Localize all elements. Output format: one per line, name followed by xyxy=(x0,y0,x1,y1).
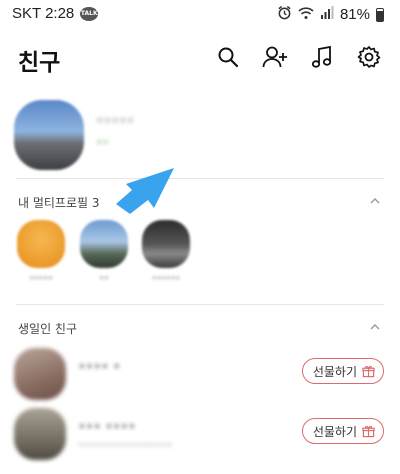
multi-profile-item[interactable]: •• xyxy=(77,220,131,283)
multi-profile-item[interactable]: •••••• xyxy=(139,220,193,283)
multi-profile-section-label: 내 멀티프로필 3 xyxy=(18,196,100,210)
carrier-time: SKT 2:28 xyxy=(12,5,75,22)
wifi-icon xyxy=(298,5,314,24)
birthday-section-label: 생일인 친구 xyxy=(18,322,78,336)
gift-icon xyxy=(362,365,375,377)
my-avatar[interactable] xyxy=(14,100,84,170)
multi-profile-item[interactable]: ••••• xyxy=(14,220,68,283)
birthday-section-header[interactable]: 생일인 친구 xyxy=(0,314,400,342)
birthday-friend-row[interactable]: ••• •••• •••••••••••••••• 선물하기 xyxy=(0,404,400,464)
my-name: ••••• xyxy=(96,114,135,129)
friend-name: ••• •••• xyxy=(78,420,136,435)
divider xyxy=(16,304,384,305)
chevron-up-icon[interactable] xyxy=(368,320,382,334)
page-title: 친구 xyxy=(18,50,61,76)
friend-avatar[interactable] xyxy=(14,408,66,460)
gift-button[interactable]: 선물하기 xyxy=(301,358,384,384)
search-icon[interactable] xyxy=(215,44,241,70)
friend-name: •••• • xyxy=(78,360,121,375)
chevron-up-icon[interactable] xyxy=(368,194,382,208)
status-bar: SKT 2:28 TALK 81% xyxy=(0,0,400,30)
alarm-icon xyxy=(277,5,292,24)
battery-icon xyxy=(376,7,384,22)
multi-profile-label: ••••• xyxy=(29,274,53,283)
multi-profile-avatar[interactable] xyxy=(142,220,190,268)
gift-icon xyxy=(362,425,375,437)
header: 친구 xyxy=(0,36,400,82)
gift-button-label: 선물하기 xyxy=(312,424,357,439)
settings-gear-icon[interactable] xyxy=(356,44,382,70)
multi-profile-avatar[interactable] xyxy=(80,220,128,268)
birthday-friend-row[interactable]: •••• • 선물하기 xyxy=(0,344,400,404)
gift-button-label: 선물하기 xyxy=(312,364,357,379)
battery-percent: 81% xyxy=(339,6,370,23)
arrow-annotation-icon xyxy=(116,168,174,214)
talk-notification-icon: TALK xyxy=(80,6,99,21)
music-icon[interactable] xyxy=(309,44,335,70)
add-friend-icon[interactable] xyxy=(262,44,288,70)
multi-profile-avatar[interactable] xyxy=(17,220,65,268)
multi-profile-label: •• xyxy=(99,274,109,283)
my-status-message: •• xyxy=(96,136,109,149)
my-profile[interactable]: ••••• •• xyxy=(0,94,400,172)
divider xyxy=(16,178,384,179)
signal-icon xyxy=(320,5,334,24)
gift-button[interactable]: 선물하기 xyxy=(301,418,384,444)
multi-profile-label: •••••• xyxy=(151,274,181,283)
multi-profile-section-header[interactable]: 내 멀티프로필 3 xyxy=(0,188,400,216)
friend-avatar[interactable] xyxy=(14,348,66,400)
friend-status-message: •••••••••••••••• xyxy=(78,440,173,451)
